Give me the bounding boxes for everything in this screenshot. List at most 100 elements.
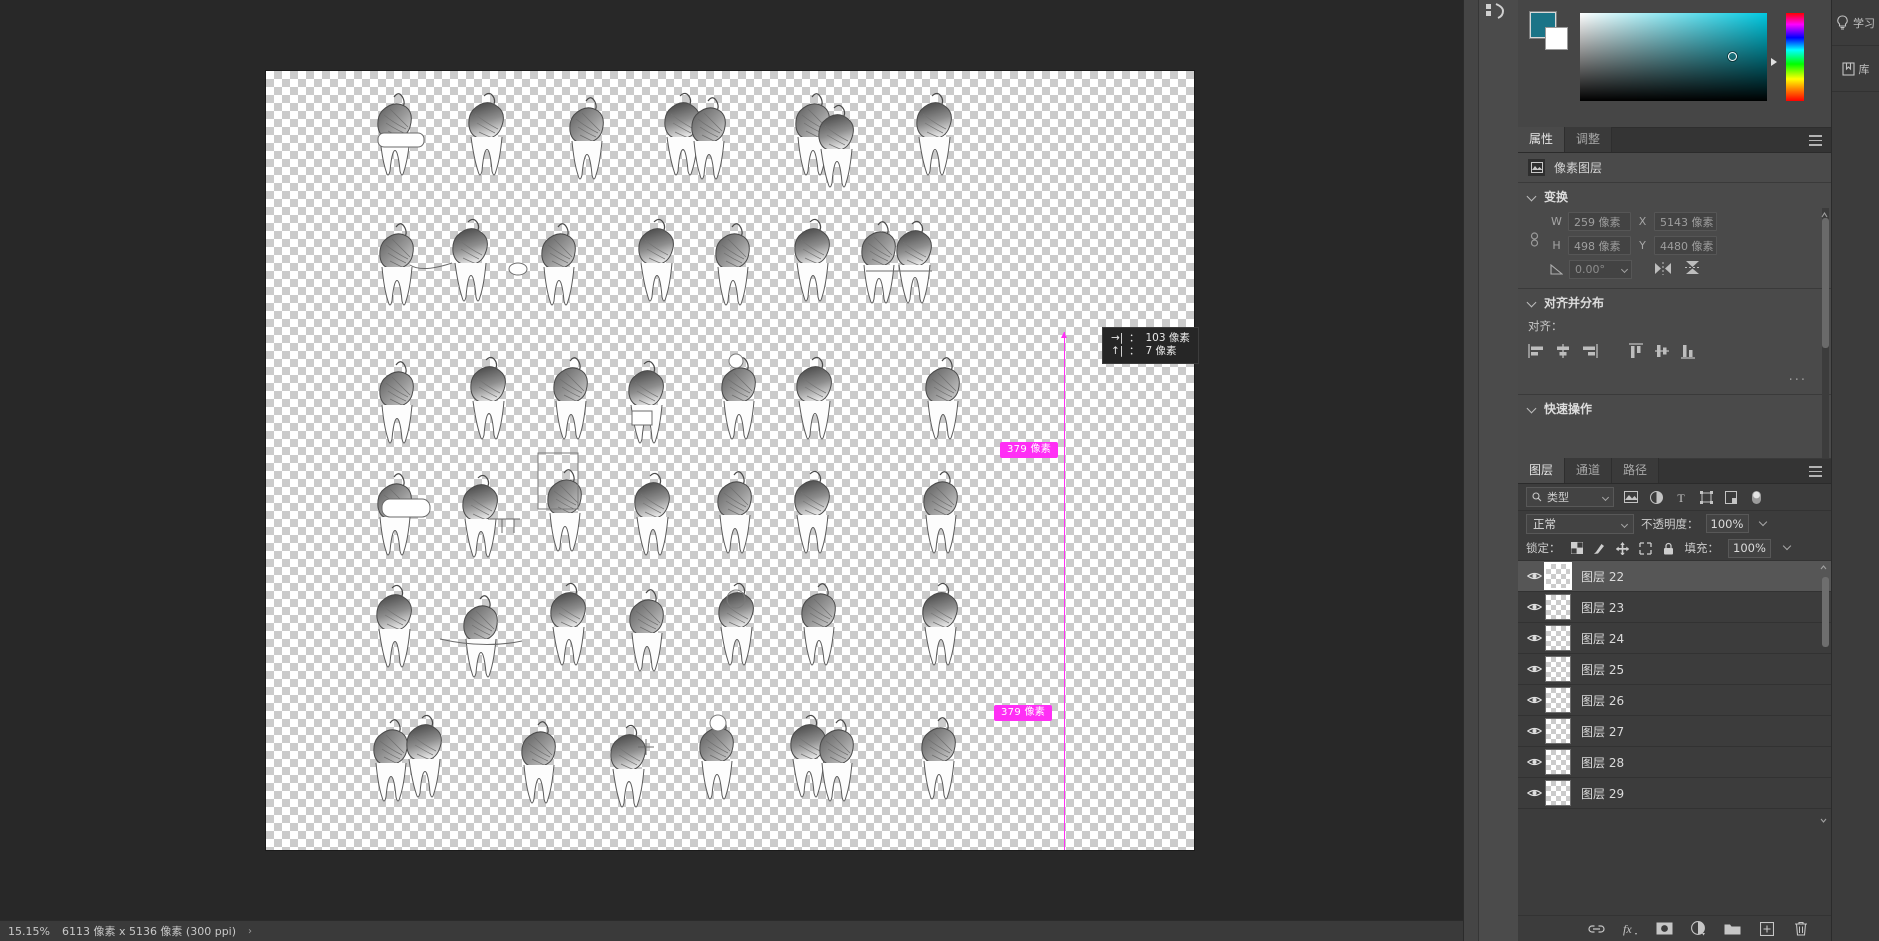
filter-pixel-icon[interactable] <box>1623 489 1639 505</box>
hue-slider[interactable] <box>1786 13 1804 101</box>
layer-thumbnail[interactable] <box>1545 656 1571 682</box>
layer-thumbnail[interactable] <box>1545 594 1571 620</box>
flip-vertical-icon[interactable] <box>1685 260 1700 279</box>
color-swatches[interactable] <box>1529 11 1568 50</box>
chevron-down-icon[interactable] <box>1528 192 1537 201</box>
layer-list[interactable]: 图层 22 图层 23 图层 24 图层 25 图层 26 图层 27 图层 2… <box>1518 561 1831 826</box>
link-layers-icon[interactable] <box>1588 920 1605 937</box>
rail-item-libraries[interactable]: 库 <box>1832 46 1879 92</box>
opacity-input[interactable]: 100% <box>1705 514 1749 533</box>
delete-layer-icon[interactable] <box>1792 920 1809 937</box>
layer-row[interactable]: 图层 24 <box>1518 623 1831 654</box>
lock-image-icon[interactable] <box>1593 541 1607 555</box>
angle-input[interactable]: 0.00° <box>1569 260 1632 279</box>
layer-name[interactable]: 图层 28 <box>1581 754 1624 771</box>
tab-properties[interactable]: 属性 <box>1518 127 1566 152</box>
lock-artboard-icon[interactable] <box>1639 541 1653 555</box>
layer-row[interactable]: 图层 26 <box>1518 685 1831 716</box>
opacity-stepper-icon[interactable] <box>1756 514 1770 533</box>
layer-visibility-toggle-icon[interactable] <box>1523 602 1545 612</box>
layer-row[interactable]: 图层 27 <box>1518 716 1831 747</box>
fill-input[interactable]: 100% <box>1728 538 1771 558</box>
align-bottom-icon[interactable] <box>1679 343 1697 363</box>
layer-row[interactable]: 图层 28 <box>1518 747 1831 778</box>
flip-horizontal-icon[interactable] <box>1654 260 1672 279</box>
layer-thumbnail[interactable] <box>1545 780 1571 806</box>
chevron-down-icon[interactable] <box>1528 298 1537 307</box>
layer-visibility-toggle-icon[interactable] <box>1523 757 1545 767</box>
layer-thumbnail[interactable] <box>1545 625 1571 651</box>
blend-mode-select[interactable]: 正常 <box>1526 513 1634 534</box>
filter-adjustment-icon[interactable] <box>1648 489 1664 505</box>
filter-smartobject-icon[interactable] <box>1723 489 1739 505</box>
layer-visibility-toggle-icon[interactable] <box>1523 571 1545 581</box>
canvas-area[interactable]: 379 像素 379 像素 →| ： 103 像素 ↑| ： 7 像素 <box>0 0 1463 920</box>
layer-name[interactable]: 图层 22 <box>1581 568 1624 585</box>
filter-kind-select[interactable]: 类型 <box>1526 487 1614 507</box>
tab-channels[interactable]: 通道 <box>1565 458 1613 483</box>
filter-shape-icon[interactable] <box>1698 489 1714 505</box>
hue-slider-arrow-icon[interactable] <box>1771 58 1777 66</box>
quick-actions-title-row[interactable]: 快速操作 <box>1518 395 1831 422</box>
layer-visibility-toggle-icon[interactable] <box>1523 788 1545 798</box>
layer-scroll-down-icon[interactable] <box>1819 815 1828 825</box>
layer-visibility-toggle-icon[interactable] <box>1523 633 1545 643</box>
rail-item-learn[interactable]: 学习 <box>1832 0 1879 46</box>
layer-thumbnail[interactable] <box>1544 562 1572 590</box>
zoom-level[interactable]: 15.15% <box>8 925 50 938</box>
properties-panel-menu-icon[interactable] <box>1809 135 1822 146</box>
width-input[interactable]: 259 像素 <box>1568 212 1631 231</box>
properties-scroll-up-icon[interactable] <box>1821 210 1828 219</box>
filter-type-icon[interactable]: T <box>1673 489 1689 505</box>
transform-title-row[interactable]: 变换 <box>1518 183 1831 210</box>
collapse-panels-icon[interactable] <box>1484 2 1506 20</box>
properties-scroll-thumb[interactable] <box>1822 218 1829 348</box>
layer-name[interactable]: 图层 29 <box>1581 785 1624 802</box>
lock-all-icon[interactable] <box>1662 541 1676 555</box>
layer-visibility-toggle-icon[interactable] <box>1523 664 1545 674</box>
layer-thumbnail[interactable] <box>1545 687 1571 713</box>
align-left-icon[interactable] <box>1528 343 1546 363</box>
tab-paths[interactable]: 路径 <box>1612 458 1660 483</box>
layer-name[interactable]: 图层 27 <box>1581 723 1624 740</box>
align-center-horizontal-icon[interactable] <box>1554 343 1572 363</box>
layer-name[interactable]: 图层 26 <box>1581 692 1624 709</box>
adjustment-layer-icon[interactable] <box>1690 920 1707 937</box>
align-right-icon[interactable] <box>1580 343 1598 363</box>
align-title-row[interactable]: 对齐并分布 <box>1518 289 1831 316</box>
layer-visibility-toggle-icon[interactable] <box>1523 726 1545 736</box>
filter-toggle-icon[interactable] <box>1748 489 1764 505</box>
layer-visibility-toggle-icon[interactable] <box>1523 695 1545 705</box>
layer-row[interactable]: 图层 22 <box>1518 561 1831 592</box>
layer-name[interactable]: 图层 25 <box>1581 661 1624 678</box>
layer-row[interactable]: 图层 25 <box>1518 654 1831 685</box>
lock-transparent-icon[interactable] <box>1570 541 1584 555</box>
document-canvas[interactable] <box>266 71 1194 850</box>
layer-name[interactable]: 图层 23 <box>1581 599 1624 616</box>
link-wh-icon[interactable] <box>1529 232 1540 248</box>
background-color-swatch[interactable] <box>1545 27 1568 50</box>
tab-layers[interactable]: 图层 <box>1518 458 1566 483</box>
add-mask-icon[interactable] <box>1656 920 1673 937</box>
layer-row[interactable]: 图层 29 <box>1518 778 1831 809</box>
x-input[interactable]: 5143 像素 <box>1654 212 1717 231</box>
height-input[interactable]: 498 像素 <box>1568 236 1631 255</box>
layer-list-scrollbar[interactable] <box>1819 561 1830 826</box>
layer-scroll-up-icon[interactable] <box>1819 562 1828 572</box>
align-center-vertical-icon[interactable] <box>1653 343 1671 363</box>
layer-thumbnail[interactable] <box>1545 749 1571 775</box>
new-group-icon[interactable] <box>1724 920 1741 937</box>
layer-style-fx-icon[interactable]: fx <box>1622 920 1639 937</box>
layers-panel-menu-icon[interactable] <box>1809 466 1822 477</box>
sv-cursor[interactable] <box>1728 52 1737 61</box>
align-top-icon[interactable] <box>1627 343 1645 363</box>
y-input[interactable]: 4480 像素 <box>1654 236 1717 255</box>
status-expand-arrow-icon[interactable]: › <box>248 926 252 937</box>
lock-position-icon[interactable] <box>1616 541 1630 555</box>
properties-scrollbar[interactable] <box>1822 208 1829 458</box>
tab-adjustments[interactable]: 调整 <box>1565 127 1613 152</box>
layer-thumbnail[interactable] <box>1545 718 1571 744</box>
saturation-value-field[interactable] <box>1580 13 1767 101</box>
align-more-options-button[interactable]: ... <box>1528 369 1821 384</box>
layer-row[interactable]: 图层 23 <box>1518 592 1831 623</box>
